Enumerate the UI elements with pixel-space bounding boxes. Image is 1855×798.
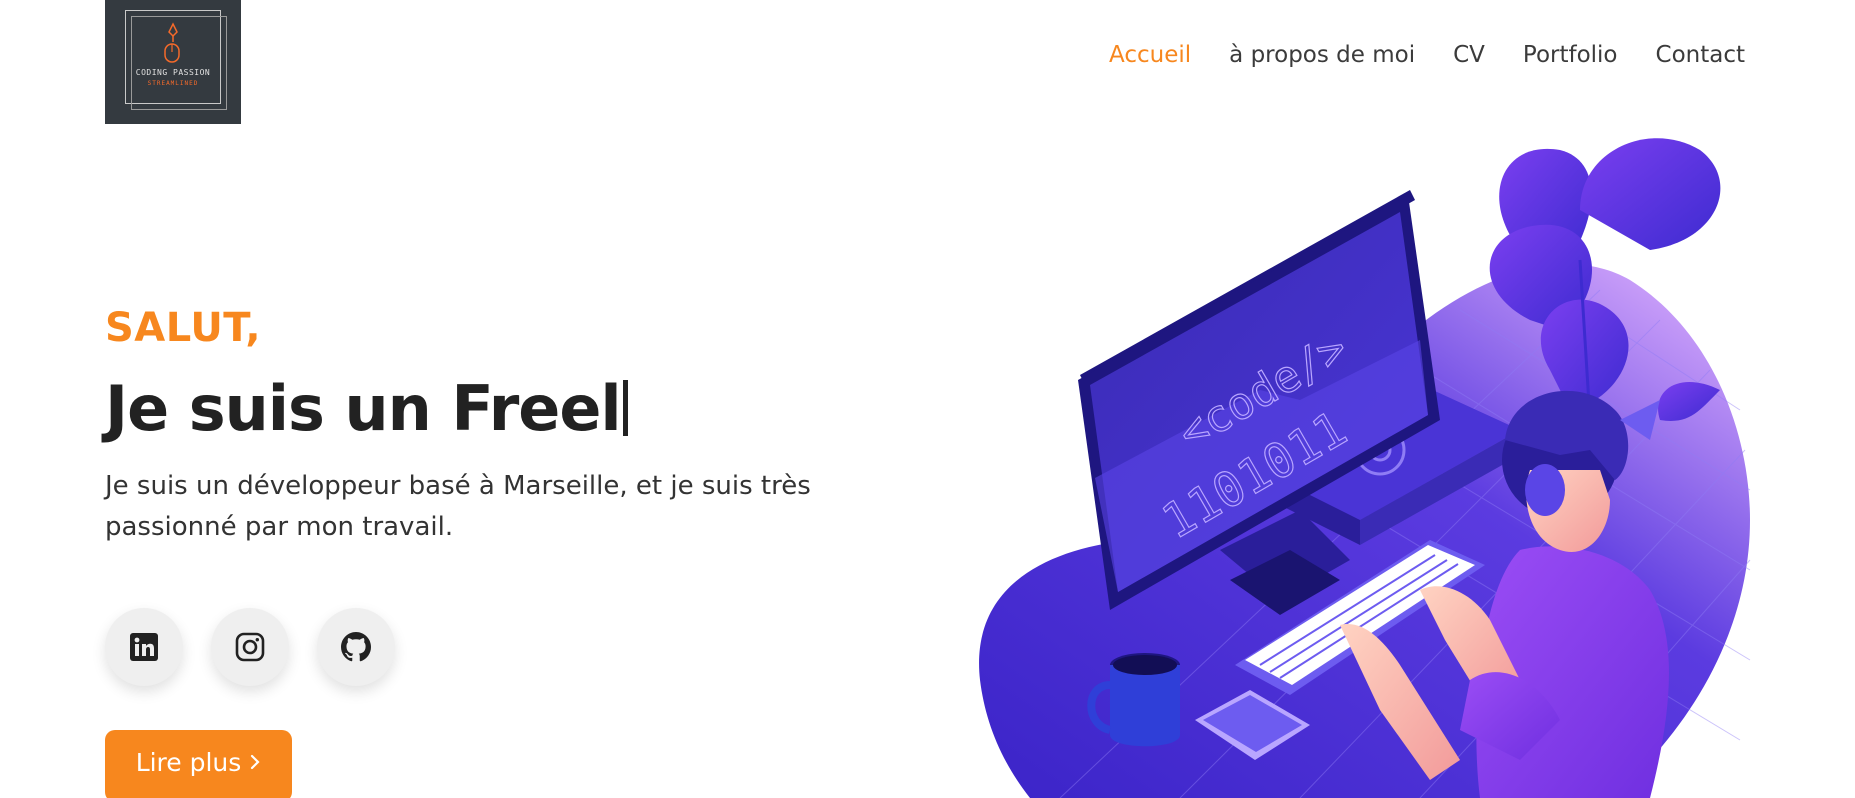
pen-tool-icon [164,22,180,63]
nav-item-cv[interactable]: CV [1453,42,1485,68]
read-more-button[interactable]: Lire plus [105,730,292,798]
read-more-label: Lire plus [135,747,242,777]
instagram-button[interactable] [211,608,289,686]
hero-greeting: SALUT, [105,305,262,351]
main-nav: Accueil à propos de moi CV Portfolio Con… [1109,42,1745,68]
social-links [105,608,395,686]
typing-caret [622,380,628,436]
hero-headline: Je suis un Freel [105,372,628,445]
nav-item-portfolio[interactable]: Portfolio [1523,42,1618,68]
instagram-icon [235,632,265,662]
hero-headline-text: Je suis un Freel [105,372,622,445]
linkedin-icon [130,633,158,661]
logo-text-secondary: STREAMLINED [147,80,199,87]
developer-illustration: <code/> 1101011 [979,138,1751,798]
page: CODING PASSION STREAMLINED Accueil à pro… [0,0,1855,798]
nav-item-contact[interactable]: Contact [1656,42,1745,68]
site-logo[interactable]: CODING PASSION STREAMLINED [105,0,241,124]
nav-item-accueil[interactable]: Accueil [1109,42,1191,68]
hero-description: Je suis un développeur basé à Marseille,… [105,471,811,542]
linkedin-button[interactable] [105,608,183,686]
nav-item-a-propos[interactable]: à propos de moi [1229,42,1415,68]
logo-text-primary: CODING PASSION [135,68,211,77]
chevron-right-icon [251,754,260,770]
github-icon [341,632,371,662]
github-button[interactable] [317,608,395,686]
